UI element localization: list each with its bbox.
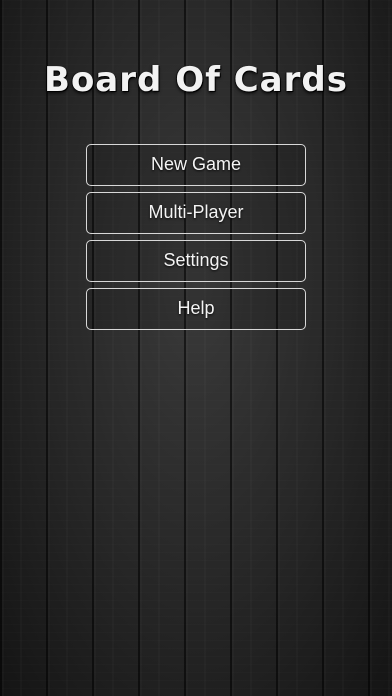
multi-player-button[interactable]: Multi-Player [86,192,306,234]
main-menu-screen: Board Of Cards New Game Multi-Player Set… [0,0,392,696]
main-menu: New Game Multi-Player Settings Help [86,144,306,336]
new-game-button[interactable]: New Game [86,144,306,186]
game-title: Board Of Cards [44,60,348,100]
settings-button[interactable]: Settings [86,240,306,282]
help-button[interactable]: Help [86,288,306,330]
